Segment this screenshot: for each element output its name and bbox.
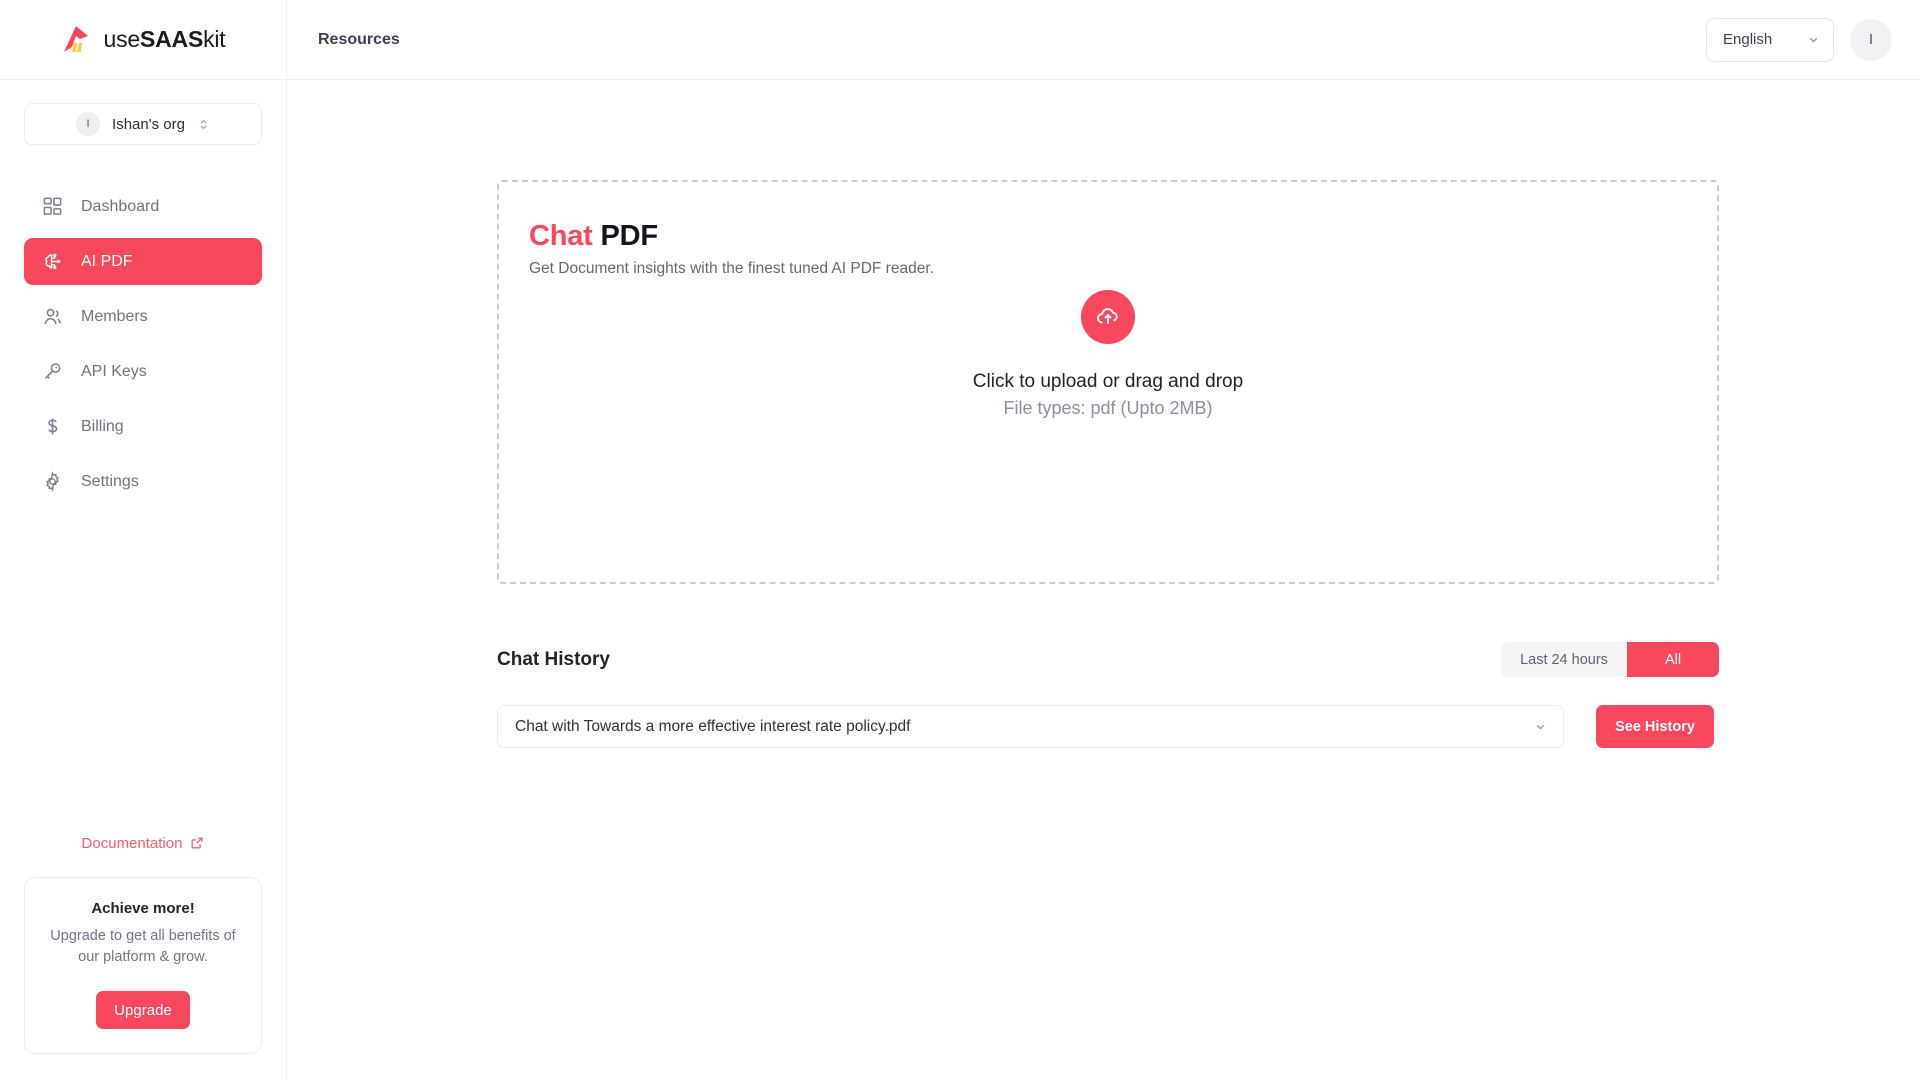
see-history-button[interactable]: See History bbox=[1596, 705, 1714, 748]
top-nav-item-resources[interactable]: Resources bbox=[314, 25, 404, 55]
chevron-down-icon bbox=[1536, 724, 1545, 730]
file-dropzone[interactable]: Click to upload or drag and drop File ty… bbox=[499, 290, 1717, 419]
sidebar-item-label: Settings bbox=[81, 472, 139, 490]
chat-history-title: Chat History bbox=[497, 648, 610, 670]
chat-history-filter-group: Last 24 hours All bbox=[1501, 642, 1719, 677]
chevron-up-down-icon bbox=[200, 119, 207, 129]
chat-history-header: Chat History Last 24 hours All bbox=[497, 642, 1719, 677]
app-root: useSAASkit Resources English I I Ishan's… bbox=[0, 0, 1920, 1080]
language-select[interactable]: English bbox=[1706, 17, 1834, 62]
sidebar-item-label: Members bbox=[81, 307, 148, 325]
user-avatar-initial: I bbox=[1868, 31, 1874, 48]
page-title-rest: PDF bbox=[600, 220, 659, 252]
top-bar: useSAASkit Resources English I bbox=[0, 0, 1920, 80]
documentation-link[interactable]: Documentation bbox=[24, 835, 262, 852]
upgrade-card: Achieve more! Upgrade to get all benefit… bbox=[24, 876, 262, 1054]
brand-name: useSAASkit bbox=[104, 26, 226, 53]
documentation-label: Documentation bbox=[81, 834, 183, 852]
upgrade-card-title: Achieve more! bbox=[91, 899, 195, 917]
sidebar-nav: Dashboard AI PDF Members API Keys Billin… bbox=[24, 183, 262, 505]
cloud-upload-icon bbox=[1097, 308, 1118, 324]
upload-icon-badge bbox=[1081, 290, 1135, 344]
external-link-icon bbox=[191, 838, 203, 849]
grid-dashboard-icon bbox=[43, 197, 62, 215]
page-subtitle: Get Document insights with the finest tu… bbox=[529, 260, 934, 277]
top-nav: Resources bbox=[287, 25, 404, 55]
filter-last-24-hours[interactable]: Last 24 hours bbox=[1501, 642, 1627, 677]
upgrade-card-description: Upgrade to get all benefits of our platf… bbox=[50, 927, 236, 965]
brain-ai-icon bbox=[45, 253, 61, 270]
sidebar-item-label: AI PDF bbox=[81, 252, 133, 270]
sidebar-item-label: API Keys bbox=[81, 362, 147, 380]
brand-name-part1: use bbox=[103, 26, 141, 52]
page-title-accent: Chat bbox=[529, 220, 593, 252]
main-inner: Chat PDF Get Document insights with the … bbox=[497, 180, 1719, 748]
brand-logo[interactable]: useSAASkit bbox=[0, 0, 287, 79]
sidebar-item-label: Dashboard bbox=[81, 197, 160, 215]
upgrade-button[interactable]: Upgrade bbox=[96, 991, 190, 1029]
chevron-down-icon bbox=[1809, 37, 1818, 43]
brand-name-part2: SAAS bbox=[139, 26, 204, 52]
brand-name-part3: kit bbox=[203, 26, 226, 52]
top-bar-right: English I bbox=[1706, 17, 1920, 62]
gear-icon bbox=[46, 471, 59, 492]
chat-select[interactable]: Chat with Towards a more effective inter… bbox=[497, 705, 1564, 748]
key-icon bbox=[44, 363, 61, 379]
sidebar-item-dashboard[interactable]: Dashboard bbox=[24, 183, 262, 230]
sidebar-item-ai-pdf[interactable]: AI PDF bbox=[24, 238, 262, 285]
dropzone-primary-text: Click to upload or drag and drop bbox=[972, 371, 1244, 392]
org-switcher[interactable]: I Ishan's org bbox=[24, 103, 262, 145]
org-avatar: I bbox=[76, 112, 101, 136]
page-title: Chat PDF bbox=[529, 220, 1687, 253]
language-select-value: English bbox=[1723, 31, 1773, 48]
sidebar-item-settings[interactable]: Settings bbox=[24, 458, 262, 505]
sidebar-item-label: Billing bbox=[81, 417, 124, 435]
sidebar-item-members[interactable]: Members bbox=[24, 293, 262, 340]
chat-history-controls: Chat with Towards a more effective inter… bbox=[497, 705, 1719, 748]
org-name: Ishan's org bbox=[112, 115, 185, 133]
filter-all[interactable]: All bbox=[1627, 642, 1719, 677]
sidebar-item-billing[interactable]: Billing bbox=[24, 403, 262, 450]
org-avatar-initial: I bbox=[86, 118, 90, 130]
user-group-icon bbox=[44, 308, 61, 325]
dropzone-secondary-text: File types: pdf (Upto 2MB) bbox=[1003, 398, 1213, 418]
sidebar: I Ishan's org Dashboard AI PDF Members A… bbox=[0, 80, 287, 1080]
sidebar-item-api-keys[interactable]: API Keys bbox=[24, 348, 262, 395]
user-avatar[interactable]: I bbox=[1850, 18, 1892, 61]
body: I Ishan's org Dashboard AI PDF Members A… bbox=[0, 80, 1920, 1080]
chat-pdf-upload-card: Chat PDF Get Document insights with the … bbox=[497, 180, 1719, 584]
chat-select-value: Chat with Towards a more effective inter… bbox=[515, 717, 911, 735]
dollar-sign-icon bbox=[48, 418, 58, 435]
main-content: Chat PDF Get Document insights with the … bbox=[287, 80, 1920, 1080]
usesaaskit-logo-icon bbox=[63, 25, 88, 52]
